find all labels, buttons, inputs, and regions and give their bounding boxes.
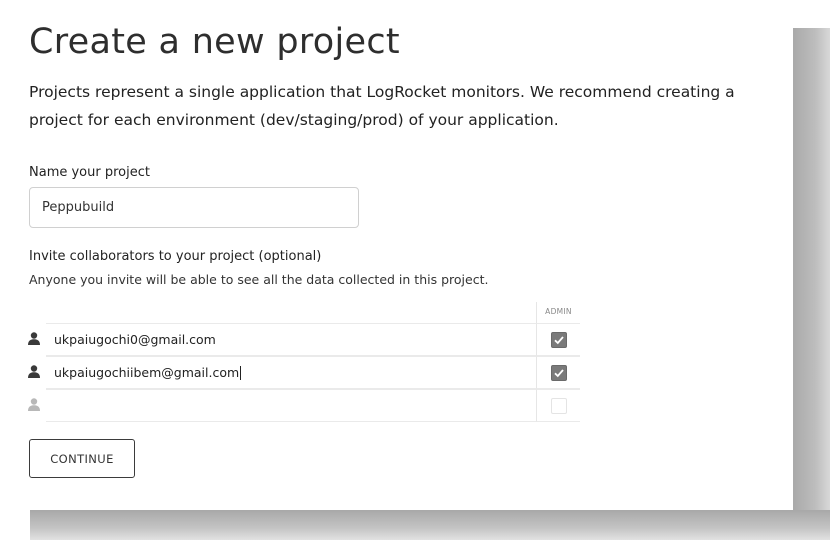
checkmark-icon xyxy=(553,368,564,377)
card-shadow-right xyxy=(793,28,830,540)
user-icon xyxy=(26,397,42,413)
collaborator-row xyxy=(26,389,580,422)
card-shadow-bottom xyxy=(30,510,830,540)
intro-text: Projects represent a single application … xyxy=(29,83,735,129)
admin-cell xyxy=(536,356,580,389)
project-name-input[interactable]: Peppubuild xyxy=(29,187,359,228)
admin-cell xyxy=(536,389,580,422)
page-title: Create a new project xyxy=(29,22,400,62)
user-icon xyxy=(26,331,42,347)
checkmark-icon xyxy=(553,335,564,344)
admin-checkbox[interactable] xyxy=(550,364,567,381)
collaborators-label: Invite collaborators to your project (op… xyxy=(29,249,322,264)
create-project-card: Create a new project Projects represent … xyxy=(0,0,793,510)
user-icon xyxy=(26,364,42,380)
collaborator-row: ukpaiugochiibem@gmail.com xyxy=(26,356,580,389)
collaborator-email-input[interactable]: ukpaiugochiibem@gmail.com xyxy=(46,356,536,389)
collaborator-row: ukpaiugochi0@gmail.com xyxy=(26,323,580,356)
collaborator-email-input[interactable] xyxy=(46,389,536,422)
admin-column-header: ADMIN xyxy=(536,302,580,324)
collaborator-email-value: ukpaiugochiibem@gmail.com xyxy=(54,365,240,380)
continue-button[interactable]: CONTINUE xyxy=(29,439,135,478)
admin-checkbox[interactable] xyxy=(550,331,567,348)
collaborator-email-input[interactable]: ukpaiugochi0@gmail.com xyxy=(46,323,536,356)
text-cursor xyxy=(240,365,242,380)
project-name-value: Peppubuild xyxy=(42,200,115,215)
collaborators-description: Anyone you invite will be able to see al… xyxy=(29,272,489,287)
project-name-label: Name your project xyxy=(29,165,150,180)
admin-cell xyxy=(536,323,580,356)
collaborator-email-value: ukpaiugochi0@gmail.com xyxy=(54,332,216,347)
admin-checkbox[interactable] xyxy=(550,397,567,414)
